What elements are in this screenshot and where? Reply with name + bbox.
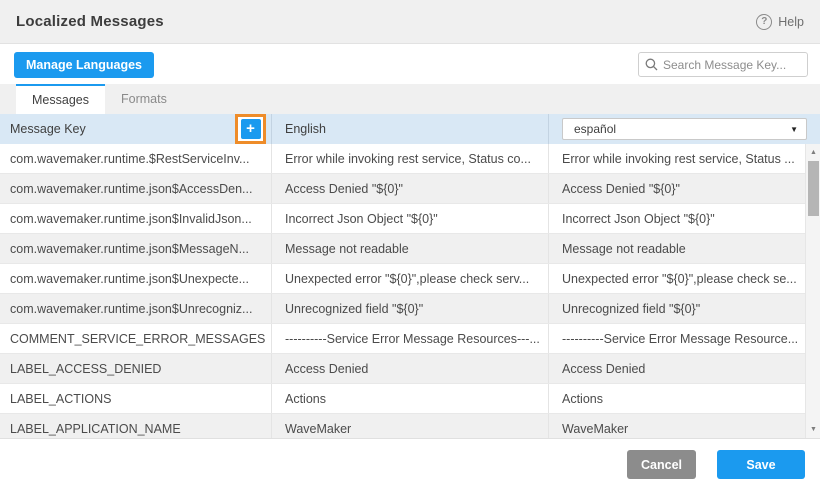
table-scrollbar[interactable]: ▲ ▼ bbox=[805, 144, 820, 438]
cell-message-key[interactable]: LABEL_ACCESS_DENIED bbox=[0, 354, 272, 383]
cell-message-key[interactable]: LABEL_ACTIONS bbox=[0, 384, 272, 413]
table-row[interactable]: com.wavemaker.runtime.json$MessageN... M… bbox=[0, 234, 805, 264]
table-body-rows: com.wavemaker.runtime.$RestServiceInv...… bbox=[0, 144, 805, 438]
search-box[interactable] bbox=[638, 52, 808, 77]
cell-espanol[interactable]: Unrecognized field "${0}" bbox=[549, 294, 805, 323]
cell-english[interactable]: Error while invoking rest service, Statu… bbox=[272, 144, 549, 173]
cell-espanol[interactable]: Incorrect Json Object "${0}" bbox=[549, 204, 805, 233]
dialog-footer: Cancel Save bbox=[0, 438, 820, 490]
cell-espanol[interactable]: Actions bbox=[549, 384, 805, 413]
table-row[interactable]: LABEL_APPLICATION_NAME WaveMaker WaveMak… bbox=[0, 414, 805, 438]
cell-espanol[interactable]: Access Denied bbox=[549, 354, 805, 383]
column-header-message-key: Message Key + bbox=[0, 114, 272, 144]
cell-message-key[interactable]: LABEL_APPLICATION_NAME bbox=[0, 414, 272, 438]
cell-espanol[interactable]: Access Denied "${0}" bbox=[549, 174, 805, 203]
localized-messages-dialog: Localized Messages ? Help Manage Languag… bbox=[0, 0, 820, 490]
save-button[interactable]: Save bbox=[717, 450, 805, 479]
language-select-value: español bbox=[574, 122, 616, 136]
cell-message-key[interactable]: com.wavemaker.runtime.json$Unrecogniz... bbox=[0, 294, 272, 323]
cell-message-key[interactable]: COMMENT_SERVICE_ERROR_MESSAGES bbox=[0, 324, 272, 353]
add-message-button[interactable]: + bbox=[241, 119, 261, 139]
cell-english[interactable]: ----------Service Error Message Resource… bbox=[272, 324, 549, 353]
page-title: Localized Messages bbox=[16, 13, 164, 30]
scrollbar-thumb[interactable] bbox=[808, 161, 819, 216]
table-row[interactable]: com.wavemaker.runtime.json$Unexpecte... … bbox=[0, 264, 805, 294]
table-row[interactable]: LABEL_ACTIONS Actions Actions bbox=[0, 384, 805, 414]
table-row[interactable]: com.wavemaker.runtime.$RestServiceInv...… bbox=[0, 144, 805, 174]
search-icon bbox=[645, 58, 658, 71]
cell-message-key[interactable]: com.wavemaker.runtime.json$MessageN... bbox=[0, 234, 272, 263]
manage-languages-button[interactable]: Manage Languages bbox=[14, 52, 154, 78]
cell-english[interactable]: Unrecognized field "${0}" bbox=[272, 294, 549, 323]
cell-espanol[interactable]: Error while invoking rest service, Statu… bbox=[549, 144, 805, 173]
cell-espanol[interactable]: Message not readable bbox=[549, 234, 805, 263]
table-row[interactable]: COMMENT_SERVICE_ERROR_MESSAGES ---------… bbox=[0, 324, 805, 354]
table-row[interactable]: com.wavemaker.runtime.json$AccessDen... … bbox=[0, 174, 805, 204]
table-row[interactable]: LABEL_ACCESS_DENIED Access Denied Access… bbox=[0, 354, 805, 384]
cell-english[interactable]: Unexpected error "${0}",please check ser… bbox=[272, 264, 549, 293]
help-button[interactable]: ? Help bbox=[756, 14, 804, 30]
cell-english[interactable]: Access Denied "${0}" bbox=[272, 174, 549, 203]
table-row[interactable]: com.wavemaker.runtime.json$InvalidJson..… bbox=[0, 204, 805, 234]
dialog-titlebar: Localized Messages ? Help bbox=[0, 0, 820, 44]
tab-messages[interactable]: Messages bbox=[16, 84, 105, 114]
tab-formats[interactable]: Formats bbox=[105, 84, 183, 114]
table-row[interactable]: com.wavemaker.runtime.json$Unrecogniz...… bbox=[0, 294, 805, 324]
cell-english[interactable]: Message not readable bbox=[272, 234, 549, 263]
cell-english[interactable]: Actions bbox=[272, 384, 549, 413]
table-body: com.wavemaker.runtime.$RestServiceInv...… bbox=[0, 144, 820, 438]
cell-message-key[interactable]: com.wavemaker.runtime.json$Unexpecte... bbox=[0, 264, 272, 293]
cell-espanol[interactable]: ----------Service Error Message Resource… bbox=[549, 324, 805, 353]
column-header-language: español ▼ bbox=[549, 114, 820, 144]
cell-english[interactable]: Access Denied bbox=[272, 354, 549, 383]
cancel-button[interactable]: Cancel bbox=[627, 450, 696, 479]
cell-espanol[interactable]: Unexpected error "${0}",please check se.… bbox=[549, 264, 805, 293]
table-header: Message Key + English español ▼ bbox=[0, 114, 820, 144]
column-header-english: English bbox=[272, 114, 549, 144]
toolbar: Manage Languages bbox=[0, 45, 820, 84]
cell-message-key[interactable]: com.wavemaker.runtime.json$InvalidJson..… bbox=[0, 204, 272, 233]
plus-icon: + bbox=[246, 120, 255, 138]
cell-english[interactable]: Incorrect Json Object "${0}" bbox=[272, 204, 549, 233]
help-label: Help bbox=[778, 15, 804, 29]
dropdown-caret-icon: ▼ bbox=[790, 125, 798, 134]
scrollbar-down-button[interactable]: ▼ bbox=[806, 423, 820, 436]
cell-english[interactable]: WaveMaker bbox=[272, 414, 549, 438]
cell-message-key[interactable]: com.wavemaker.runtime.$RestServiceInv... bbox=[0, 144, 272, 173]
scrollbar-up-button[interactable]: ▲ bbox=[806, 146, 820, 159]
language-select[interactable]: español ▼ bbox=[562, 118, 807, 140]
search-input[interactable] bbox=[663, 58, 801, 72]
cell-espanol[interactable]: WaveMaker bbox=[549, 414, 805, 438]
question-circle-icon: ? bbox=[756, 14, 772, 30]
cell-message-key[interactable]: com.wavemaker.runtime.json$AccessDen... bbox=[0, 174, 272, 203]
tabstrip: Messages Formats bbox=[0, 84, 820, 114]
add-message-highlight: + bbox=[235, 114, 266, 144]
